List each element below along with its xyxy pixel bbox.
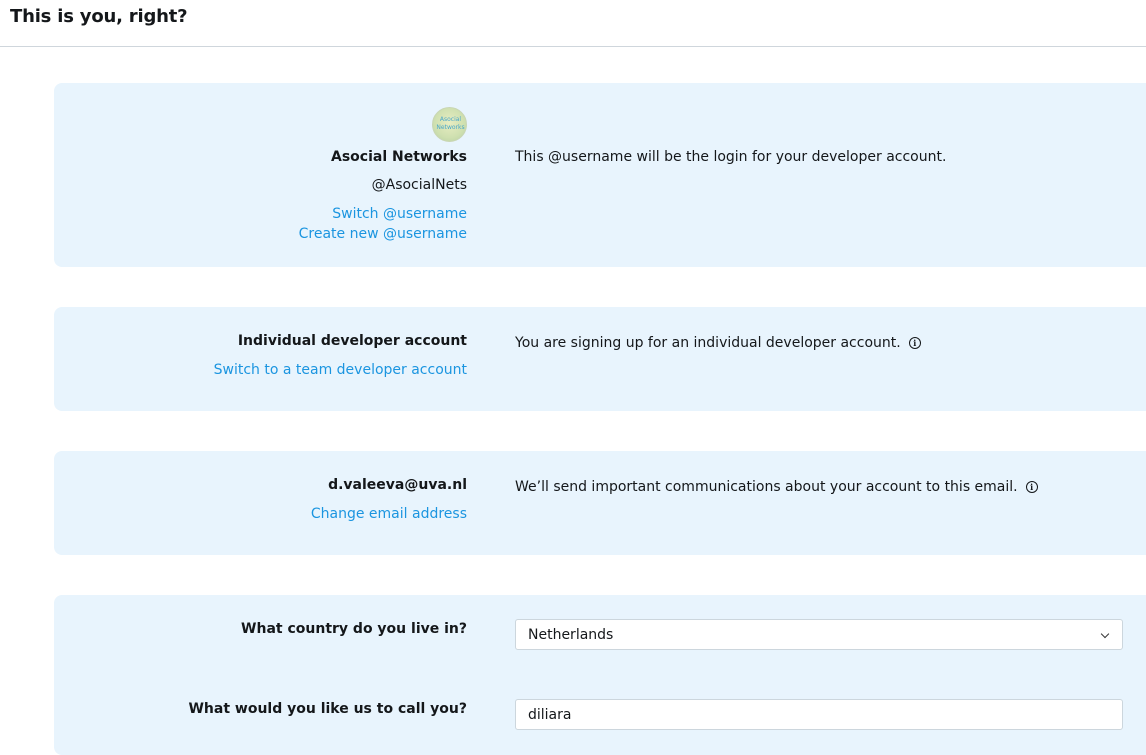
page-header: This is you, right? bbox=[0, 0, 1146, 47]
page-title: This is you, right? bbox=[10, 6, 188, 27]
country-label: What country do you live in? bbox=[241, 621, 467, 637]
account-username: @AsocialNets bbox=[371, 177, 467, 193]
avatar-logo-text: Asocial Networks bbox=[436, 116, 465, 131]
switch-username-link[interactable]: Switch @username bbox=[332, 206, 467, 222]
email-card: d.valeeva@uva.nl Change email address We… bbox=[54, 451, 1146, 555]
create-username-wrapper: Create new @username bbox=[54, 223, 467, 244]
email-address: d.valeeva@uva.nl bbox=[328, 477, 467, 493]
name-input[interactable] bbox=[515, 699, 1123, 730]
switch-team-account-link[interactable]: Switch to a team developer account bbox=[214, 362, 467, 378]
chevron-down-icon bbox=[1100, 629, 1110, 639]
username-description: This @username will be the login for you… bbox=[515, 149, 947, 165]
create-username-link[interactable]: Create new @username bbox=[299, 226, 467, 242]
account-type-description-row: You are signing up for an individual dev… bbox=[515, 333, 921, 353]
avatar: Asocial Networks bbox=[432, 107, 467, 142]
switch-account-type-wrapper: Switch to a team developer account bbox=[54, 359, 467, 380]
account-type-card: Individual developer account Switch to a… bbox=[54, 307, 1146, 411]
info-icon[interactable]: i bbox=[1025, 481, 1038, 493]
name-label: What would you like us to call you? bbox=[188, 701, 467, 717]
change-email-wrapper: Change email address bbox=[54, 503, 467, 524]
email-description-row: We’ll send important communications abou… bbox=[515, 477, 1038, 497]
info-icon[interactable]: i bbox=[908, 337, 921, 349]
country-select[interactable]: Netherlands bbox=[515, 619, 1123, 650]
country-select-value: Netherlands bbox=[528, 627, 614, 643]
username-card: Asocial Networks Asocial Networks @Asoci… bbox=[54, 83, 1146, 267]
account-type-label: Individual developer account bbox=[237, 333, 467, 349]
switch-username-wrapper: Switch @username bbox=[54, 203, 467, 224]
profile-form-card: What country do you live in? Netherlands… bbox=[54, 595, 1146, 755]
email-description: We’ll send important communications abou… bbox=[515, 479, 1018, 495]
account-display-name: Asocial Networks bbox=[330, 149, 467, 165]
account-type-description: You are signing up for an individual dev… bbox=[515, 335, 901, 351]
change-email-link[interactable]: Change email address bbox=[311, 506, 467, 522]
